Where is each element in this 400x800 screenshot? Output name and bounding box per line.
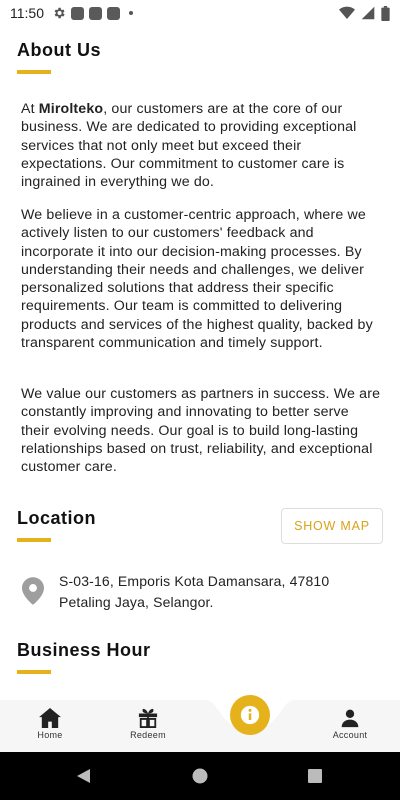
notification-icon (107, 6, 120, 20)
nav-item-account[interactable]: Account (320, 708, 380, 740)
notification-icon (89, 6, 102, 20)
nav-label-account: Account (332, 730, 368, 740)
nav-item-redeem[interactable]: Redeem (118, 708, 178, 740)
address-text: S-03-16, Emporis Kota Damansara, 47810 P… (59, 571, 359, 613)
title-underline (17, 70, 51, 74)
title-underline (17, 670, 51, 674)
status-time: 11:50 (10, 5, 44, 21)
status-bar: 11:50 (0, 0, 400, 26)
address-line-2: Petaling Jaya, Selangor. (59, 594, 214, 610)
address-line-1: S-03-16, Emporis Kota Damansara, 47810 (59, 573, 330, 589)
show-map-button[interactable]: SHOW MAP (281, 508, 383, 544)
about-page-content[interactable]: About Us At Mirolteko, our customers are… (0, 26, 400, 700)
business-hour-title: Business Hour (17, 640, 151, 660)
status-icons-left (52, 6, 133, 20)
about-paragraph-3: We value our customers as partners in su… (21, 386, 381, 476)
wifi-icon (339, 6, 355, 19)
title-underline (17, 538, 51, 542)
about-paragraph-2: We believe in a customer-centric approac… (21, 207, 373, 352)
home-icon (39, 708, 61, 728)
battery-icon (381, 5, 390, 21)
recents-icon[interactable] (308, 769, 322, 783)
nav-label-redeem: Redeem (130, 730, 166, 740)
signal-icon (361, 6, 375, 20)
more-notifications-icon (129, 11, 133, 15)
nav-label-home: Home (37, 730, 63, 740)
nav-item-home[interactable]: Home (20, 708, 80, 740)
address-row: S-03-16, Emporis Kota Damansara, 47810 P… (22, 571, 359, 613)
brand-name: Mirolteko (38, 101, 104, 117)
info-icon (240, 705, 260, 725)
home-circle-icon[interactable] (192, 768, 208, 784)
about-paragraph-1: At Mirolteko, our customers are at the c… (21, 101, 357, 191)
location-pin-icon (22, 577, 44, 605)
about-us-title: About Us (17, 40, 101, 60)
info-fab-button[interactable] (230, 695, 270, 735)
settings-icon (54, 7, 65, 19)
location-title: Location (17, 508, 96, 528)
status-icons-right (339, 5, 390, 21)
system-navigation-bar (0, 752, 400, 800)
account-icon (341, 709, 359, 728)
back-icon[interactable] (76, 768, 92, 784)
bottom-navigation-bar: Home Redeem Account (0, 700, 400, 752)
notification-icon (71, 6, 84, 20)
gift-icon (138, 708, 158, 728)
